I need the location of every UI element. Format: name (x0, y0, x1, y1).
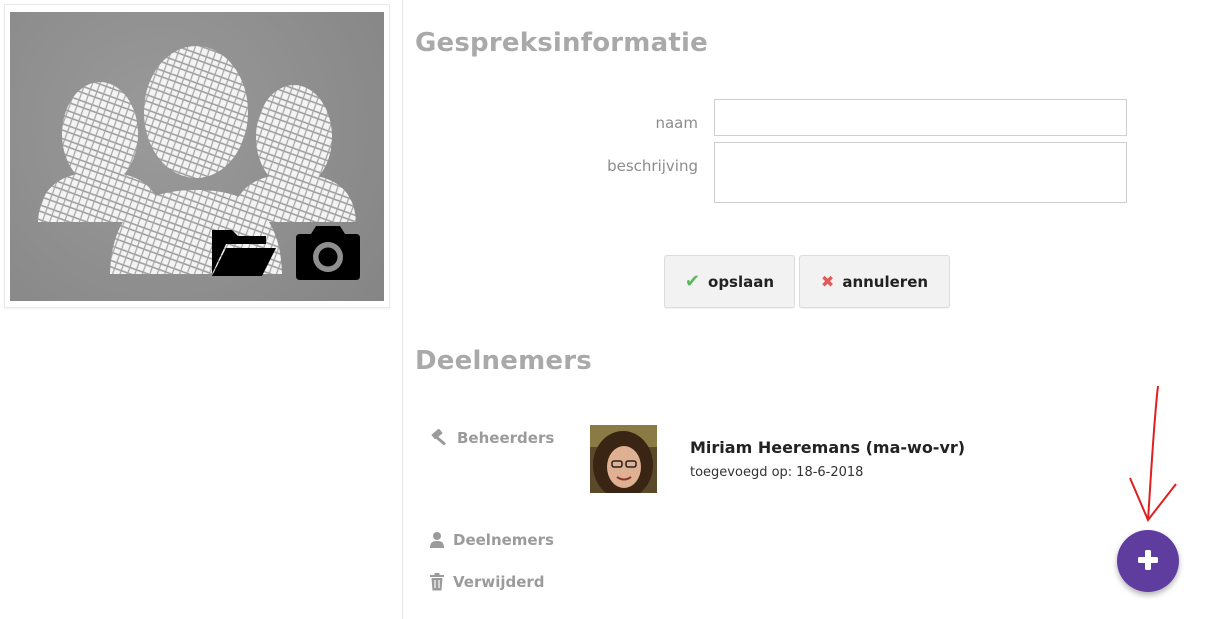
conversation-info-title: Gespreksinformatie (415, 28, 708, 58)
check-icon: ✔ (684, 271, 701, 292)
role-admins-label: Beheerders (457, 429, 555, 447)
avatar (590, 425, 657, 493)
cross-icon: ✖ (820, 272, 835, 291)
role-deleted[interactable]: Verwijderd (429, 573, 545, 591)
role-deleted-label: Verwijderd (453, 573, 545, 591)
member-name: Miriam Heeremans (ma-wo-vr) (690, 438, 966, 457)
cancel-button-label: annuleren (842, 272, 929, 291)
add-participant-button[interactable] (1117, 530, 1179, 592)
member-added-label: toegevoegd op: (690, 465, 793, 480)
gavel-icon (429, 429, 449, 447)
save-button[interactable]: ✔ opslaan (664, 255, 795, 308)
role-admins[interactable]: Beheerders (429, 429, 554, 447)
group-photo (10, 12, 384, 301)
plus-icon (1136, 548, 1160, 575)
save-button-label: opslaan (708, 272, 775, 291)
vertical-divider (402, 0, 403, 619)
camera-icon[interactable] (294, 220, 362, 282)
cancel-button[interactable]: ✖ annuleren (799, 255, 950, 308)
group-photo-card (4, 4, 390, 308)
name-label: naam (655, 114, 698, 132)
annotation-arrow (1129, 385, 1177, 522)
role-members-label: Deelnemers (453, 531, 554, 549)
member-added: toegevoegd op: 18-6-2018 (690, 465, 863, 480)
description-input[interactable] (714, 142, 1127, 203)
description-label: beschrijving (607, 157, 698, 175)
user-icon (429, 531, 445, 549)
trash-icon (429, 573, 445, 591)
participants-title: Deelnemers (415, 346, 592, 376)
role-members[interactable]: Deelnemers (429, 531, 554, 549)
name-input[interactable] (714, 99, 1127, 136)
member-added-date: 18-6-2018 (796, 465, 864, 480)
folder-open-icon[interactable] (210, 222, 276, 278)
